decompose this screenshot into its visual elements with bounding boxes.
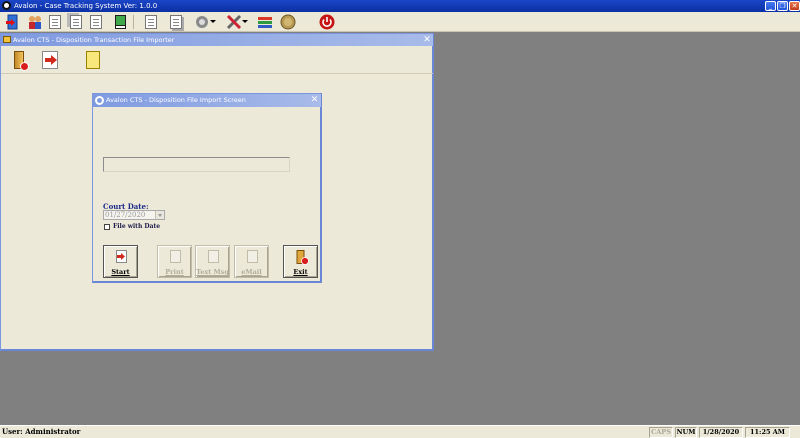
- email-icon: [247, 250, 258, 263]
- file-with-date-label: File with Date: [113, 223, 161, 230]
- app-title: Avalon - Case Tracking System Ver: 1.0.0: [14, 2, 158, 10]
- notes-icon[interactable]: [88, 14, 104, 30]
- app-logo-icon: [2, 1, 11, 10]
- green-book-icon[interactable]: [112, 14, 128, 30]
- import-dialog: Avalon CTS - Disposition File Import Scr…: [92, 93, 322, 283]
- status-date: 1/28/2020: [699, 427, 743, 438]
- copy-icon[interactable]: [168, 14, 184, 30]
- file-with-date-checkbox[interactable]: [104, 224, 110, 230]
- exit-door-icon[interactable]: [8, 49, 30, 71]
- status-bar: User: Administrator CAPS NUM 1/28/2020 1…: [0, 425, 800, 438]
- close-button[interactable]: ✕: [789, 1, 800, 11]
- import-arrow-icon: [116, 250, 127, 263]
- print-button[interactable]: Print: [157, 245, 192, 278]
- text-message-icon: [208, 250, 219, 263]
- email-button[interactable]: eMail: [234, 245, 269, 278]
- dialog-close-button[interactable]: ✕: [309, 95, 320, 106]
- text-msg-button-label: Text Msg: [196, 268, 229, 276]
- users-icon[interactable]: [27, 14, 43, 30]
- email-button-label: eMail: [241, 268, 262, 276]
- dialog-app-icon: [95, 96, 104, 105]
- status-time: 11:25 AM: [745, 427, 790, 438]
- text-msg-button[interactable]: Text Msg: [195, 245, 230, 278]
- chart-icon[interactable]: [257, 14, 273, 30]
- exit-door-icon[interactable]: [5, 14, 21, 30]
- list-icon[interactable]: [143, 14, 159, 30]
- print-button-label: Print: [165, 268, 184, 276]
- exit-door-icon: [296, 250, 309, 265]
- start-button[interactable]: Start: [103, 245, 138, 278]
- import-arrow-icon[interactable]: [39, 49, 61, 71]
- tools-icon[interactable]: [226, 14, 248, 30]
- importer-title-bar[interactable]: Avalon CTS - Disposition Transaction Fil…: [1, 34, 433, 46]
- dialog-title-bar[interactable]: Avalon CTS - Disposition File Import Scr…: [93, 94, 321, 107]
- importer-close-button[interactable]: ✕: [422, 35, 432, 45]
- dialog-title: Avalon CTS - Disposition File Import Scr…: [106, 96, 246, 104]
- document-icon[interactable]: [47, 14, 63, 30]
- folder-icon: [3, 36, 11, 43]
- status-caps: CAPS: [649, 427, 673, 438]
- status-num: NUM: [675, 427, 697, 438]
- start-button-label: Start: [111, 268, 130, 276]
- minimize-button[interactable]: _: [765, 1, 776, 11]
- court-date-dropdown-button[interactable]: [155, 211, 164, 219]
- printer-icon: [170, 250, 181, 263]
- power-icon[interactable]: [319, 14, 335, 30]
- settings-gear-icon[interactable]: [194, 14, 216, 30]
- status-user: User: Administrator: [2, 427, 81, 436]
- importer-title: Avalon CTS - Disposition Transaction Fil…: [13, 36, 175, 44]
- exit-button-label: Exit: [293, 268, 308, 276]
- main-toolbar: [0, 12, 800, 32]
- restore-button[interactable]: ❐: [777, 1, 788, 11]
- app-title-bar[interactable]: Avalon - Case Tracking System Ver: 1.0.0…: [0, 0, 800, 12]
- documents-icon[interactable]: [68, 14, 84, 30]
- exit-button[interactable]: Exit: [283, 245, 318, 278]
- file-path-field[interactable]: [103, 157, 290, 172]
- importer-toolbar: [1, 47, 433, 74]
- yellow-documents-icon[interactable]: [82, 49, 104, 71]
- coin-icon[interactable]: [280, 14, 296, 30]
